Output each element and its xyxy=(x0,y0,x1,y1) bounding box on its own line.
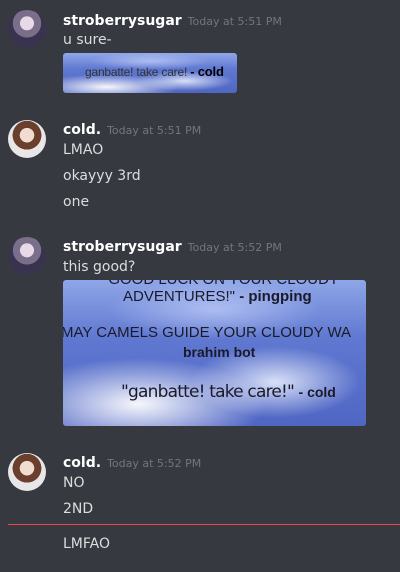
image-caption-line: "ganbatte! take care!" - cold xyxy=(121,382,336,402)
image-attachment[interactable]: "GOOD LUCK ON YOUR CLOUDY ADVENTURES!" -… xyxy=(63,280,366,426)
username[interactable]: stroberrysugar xyxy=(63,13,182,29)
image-attachment[interactable]: ganbatte! take care! - cold xyxy=(63,53,237,93)
message-text: NO xyxy=(63,475,85,491)
caption-text: ADVENTURES!" xyxy=(123,288,236,305)
message-text: LMAO xyxy=(63,142,104,158)
message-header: stroberrysugar Today at 5:51 PM xyxy=(63,10,282,29)
caption-text: ganbatte! take care! xyxy=(85,65,188,79)
avatar[interactable] xyxy=(8,453,46,491)
new-messages-divider xyxy=(8,524,400,525)
message-text: 2ND xyxy=(63,501,94,517)
caption-text: "ganbatte! take care!" xyxy=(121,382,295,402)
caption-author: - cold xyxy=(190,64,224,79)
message-header: cold. Today at 5:51 PM xyxy=(63,119,201,138)
avatar[interactable] xyxy=(8,10,46,48)
message-text: one xyxy=(63,194,90,210)
timestamp: Today at 5:52 PM xyxy=(187,241,282,254)
message-text: okayyy 3rd xyxy=(63,168,141,184)
image-caption-line: MAY CAMELS GUIDE YOUR CLOUDY WA xyxy=(63,324,352,341)
timestamp: Today at 5:51 PM xyxy=(187,15,282,28)
caption-author: - pingping xyxy=(239,288,312,305)
message-text: LMFAO xyxy=(63,536,110,552)
message-header: cold. Today at 5:52 PM xyxy=(63,452,201,471)
timestamp: Today at 5:51 PM xyxy=(107,124,202,137)
username[interactable]: cold. xyxy=(63,455,101,471)
image-caption: ganbatte! take care! - cold xyxy=(85,64,224,79)
image-caption-cutoff: "GOOD LUCK ON YOUR CLOUDY xyxy=(103,280,339,288)
caption-author: - cold xyxy=(298,384,336,400)
username[interactable]: stroberrysugar xyxy=(63,239,182,255)
avatar[interactable] xyxy=(8,237,46,275)
message-text: this good? xyxy=(63,259,136,275)
avatar[interactable] xyxy=(8,120,46,158)
message-header: stroberrysugar Today at 5:52 PM xyxy=(63,236,282,255)
timestamp: Today at 5:52 PM xyxy=(107,457,202,470)
message-text: u sure- xyxy=(63,32,112,48)
image-caption-line: ADVENTURES!" - pingping xyxy=(123,288,312,305)
username[interactable]: cold. xyxy=(63,122,101,138)
caption-author: brahim bot xyxy=(183,344,256,360)
